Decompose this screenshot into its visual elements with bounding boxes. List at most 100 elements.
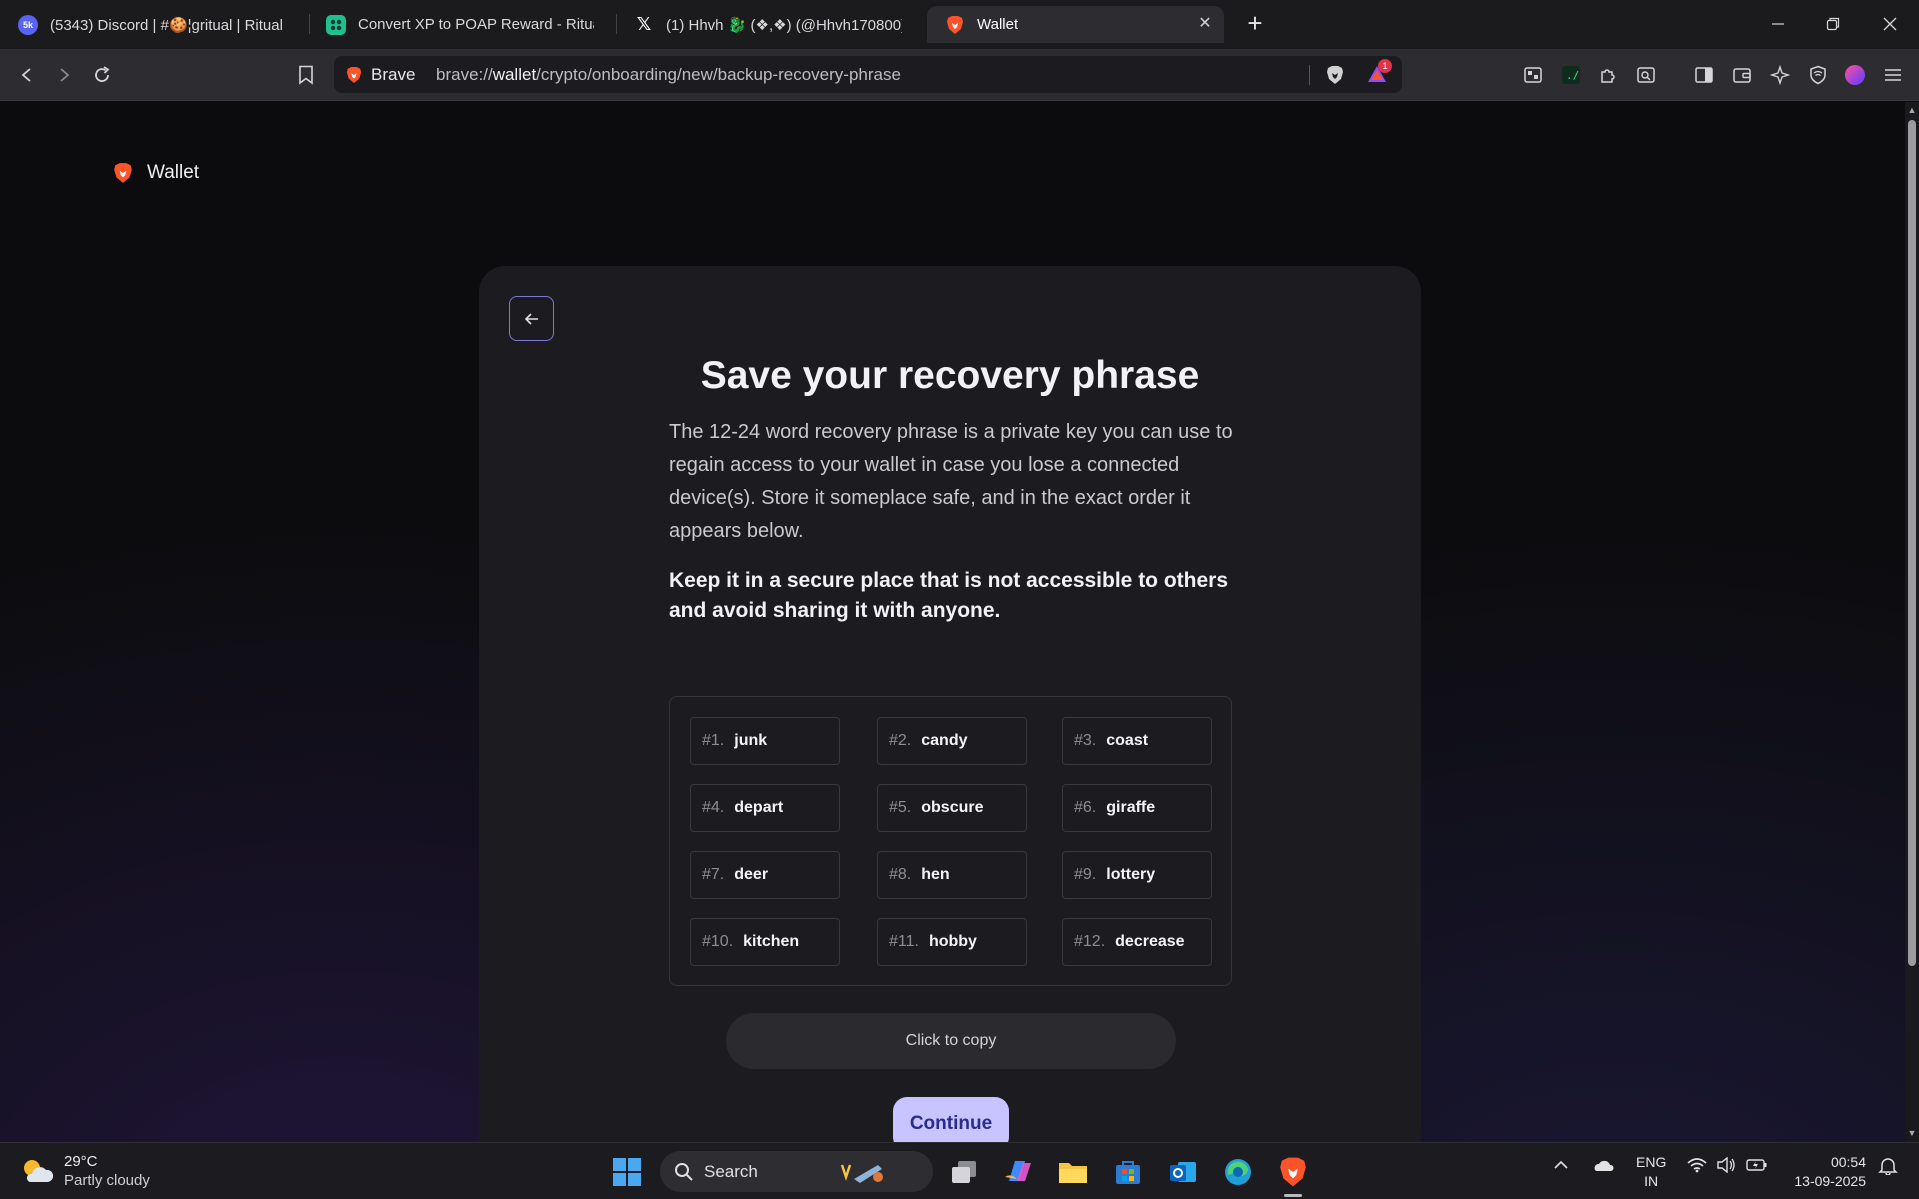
recovery-word: #1. junk (690, 717, 840, 765)
recovery-word: #7. deer (690, 851, 840, 899)
brave-taskbar-icon[interactable] (1275, 1154, 1311, 1197)
word-number: #5. (889, 799, 912, 816)
volume-icon[interactable] (1716, 1156, 1736, 1178)
recovery-word: #9. lottery (1062, 851, 1212, 899)
file-explorer-icon[interactable] (1055, 1154, 1091, 1190)
brave-shields-icon[interactable] (1326, 65, 1344, 90)
site-info-chip[interactable]: Brave (334, 65, 434, 85)
address-bar[interactable]: Brave brave://wallet/crypto/onboarding/n… (334, 56, 1402, 93)
leo-ai-icon[interactable] (1766, 61, 1794, 89)
word-text: obscure (921, 799, 984, 816)
brave-lion-icon (114, 163, 132, 183)
reader-mode-icon[interactable] (1632, 61, 1660, 89)
word-text: kitchen (743, 933, 800, 950)
security-warning: Keep it in a secure place that is not ac… (669, 569, 1229, 622)
forward-nav-icon[interactable] (50, 61, 78, 89)
word-number: #4. (702, 799, 725, 816)
task-view-icon[interactable] (946, 1154, 982, 1190)
clock-time: 00:54 (1830, 1154, 1866, 1170)
onedrive-icon[interactable] (1592, 1157, 1614, 1178)
continue-button[interactable]: Continue (893, 1097, 1009, 1142)
extension-icon[interactable] (1519, 61, 1547, 89)
recovery-word: #12. decrease (1062, 918, 1212, 966)
tab-x[interactable]: 𝕏 (1) Hhvh 🐉 (❖,❖) (@Hhvh170800) / X (616, 6, 916, 43)
onboarding-card: Save your recovery phrase The 12-24 word… (479, 266, 1421, 1142)
wallet-icon[interactable] (1728, 61, 1756, 89)
terminal-extension-icon[interactable]: ./ (1557, 61, 1585, 89)
system-clock[interactable]: 00:54 13-09-2025 (1786, 1153, 1866, 1191)
page-content: Wallet Save your recovery phrase The 12-… (0, 102, 1905, 1142)
clock-date: 13-09-2025 (1794, 1173, 1866, 1189)
close-tab-icon[interactable]: ✕ (1196, 15, 1214, 33)
word-text: lottery (1106, 866, 1156, 883)
vpn-shield-icon[interactable] (1804, 61, 1832, 89)
tab-discord[interactable]: 5k (5343) Discord | #🍪¦gritual | Ritual (0, 6, 300, 43)
recovery-word: #4. depart (690, 784, 840, 832)
url-path: /crypto/onboarding/new/backup-recovery-p… (536, 64, 901, 84)
weather-temp: 29°C (64, 1153, 98, 1170)
description: The 12-24 word recovery phrase is a priv… (669, 421, 1233, 542)
weather-condition: Partly cloudy (64, 1172, 150, 1189)
puzzle-extensions-icon[interactable] (1594, 61, 1622, 89)
rewards-badge: 1 (1378, 59, 1392, 73)
notifications-icon[interactable] (1878, 1157, 1898, 1180)
back-nav-icon[interactable] (13, 61, 41, 89)
copilot-icon[interactable] (1000, 1154, 1036, 1190)
restore-button[interactable] (1811, 8, 1855, 40)
weather-widget[interactable]: 29°C Partly cloudy (20, 1152, 150, 1190)
recovery-word: #10. kitchen (690, 918, 840, 966)
tray-overflow-icon[interactable] (1553, 1157, 1569, 1178)
new-tab-button[interactable]: + (1241, 10, 1269, 38)
tab-title: (5343) Discord | #🍪¦gritual | Ritual (50, 16, 283, 34)
recovery-word: #2. candy (877, 717, 1027, 765)
back-button[interactable] (509, 296, 554, 341)
microsoft-store-icon[interactable] (1110, 1154, 1146, 1190)
word-text: depart (734, 799, 784, 816)
svg-text:./: ./ (1566, 69, 1579, 82)
word-number: #10. (702, 933, 734, 950)
word-text: coast (1106, 732, 1149, 749)
tab-ritual[interactable]: Convert XP to POAP Reward - Ritual S (308, 6, 608, 43)
scroll-up-icon[interactable]: ▲ (1907, 105, 1917, 115)
url-text[interactable]: brave://wallet/crypto/onboarding/new/bac… (436, 65, 901, 85)
wifi-icon[interactable] (1687, 1157, 1707, 1178)
recovery-word: #11. hobby (877, 918, 1027, 966)
profile-avatar[interactable] (1841, 61, 1869, 89)
site-chip-label: Brave (371, 64, 416, 84)
discord-icon: 5k (18, 14, 38, 35)
brave-rewards-icon[interactable]: 1 (1367, 59, 1392, 88)
menu-icon[interactable] (1879, 61, 1907, 89)
minimize-button[interactable] (1756, 8, 1800, 40)
close-window-button[interactable] (1868, 8, 1912, 40)
scrollbar[interactable]: ▲ ▼ (1905, 102, 1919, 1142)
word-text: hobby (928, 933, 977, 950)
tab-title: Wallet (977, 16, 1019, 33)
edge-icon[interactable] (1220, 1154, 1256, 1190)
word-text: giraffe (1106, 799, 1156, 816)
word-number: #1. (702, 732, 725, 749)
word-text: hen (921, 866, 950, 883)
ritual-icon (326, 14, 346, 35)
reload-icon[interactable] (88, 61, 116, 89)
word-number: #7. (702, 866, 725, 883)
outlook-icon[interactable] (1165, 1154, 1201, 1190)
tab-wallet[interactable]: Wallet ✕ (927, 6, 1224, 43)
word-number: #11. (889, 933, 919, 950)
scroll-down-icon[interactable]: ▼ (1907, 1128, 1917, 1138)
bookmark-icon[interactable] (292, 61, 320, 89)
sidebar-toggle-icon[interactable] (1690, 61, 1718, 89)
word-number: #9. (1074, 866, 1097, 883)
lang-code: ENG (1636, 1154, 1667, 1170)
page-title: Save your recovery phrase (700, 354, 1200, 397)
copy-button[interactable]: Click to copy (726, 1013, 1176, 1069)
taskbar-search[interactable]: Search (660, 1151, 933, 1192)
search-label: Search (704, 1161, 758, 1181)
word-number: #2. (889, 732, 912, 749)
tab-strip: 5k (5343) Discord | #🍪¦gritual | Ritual … (0, 0, 1919, 49)
scrollbar-thumb[interactable] (1908, 120, 1916, 966)
windows-start-icon[interactable] (609, 1154, 645, 1190)
tab-title: (1) Hhvh 🐉 (❖,❖) (@Hhvh170800) / X (666, 16, 902, 34)
partly-cloudy-icon (24, 1160, 54, 1182)
language-indicator[interactable]: ENG IN (1636, 1153, 1666, 1191)
battery-icon[interactable] (1746, 1157, 1768, 1178)
